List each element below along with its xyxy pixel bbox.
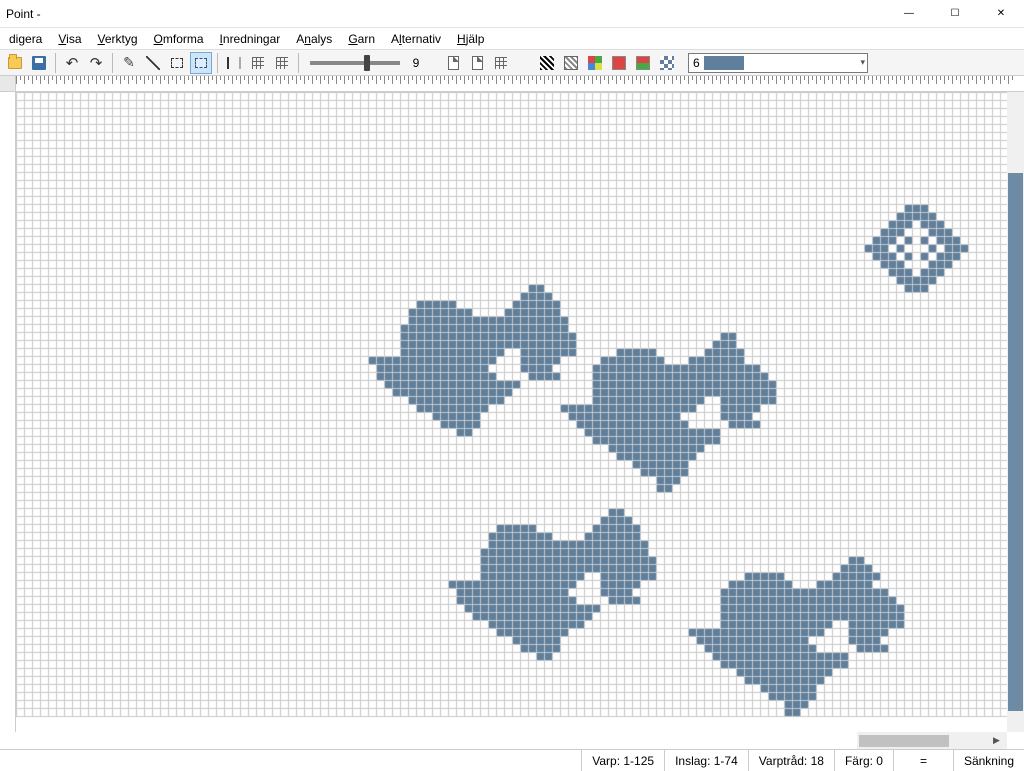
palette-icon — [588, 56, 602, 70]
flip-tool[interactable] — [223, 52, 245, 74]
grid-icon — [252, 57, 264, 69]
grid-icon — [276, 57, 288, 69]
color-1-button[interactable] — [608, 52, 630, 74]
pattern-2-button[interactable] — [560, 52, 582, 74]
color-selector[interactable]: 6 ▾ — [688, 53, 868, 73]
menu-transform[interactable]: Omforma — [147, 30, 211, 48]
menu-options[interactable]: Alternativ — [384, 30, 448, 48]
canvas[interactable] — [16, 92, 1007, 732]
separator — [217, 53, 218, 73]
menu-tools[interactable]: Verktyg — [91, 30, 145, 48]
undo-icon — [66, 54, 79, 72]
menu-yarn[interactable]: Garn — [341, 30, 382, 48]
pencil-icon — [123, 54, 135, 71]
title-bar: Point - — ☐ ✕ — [0, 0, 1024, 28]
line-tool[interactable] — [142, 52, 164, 74]
hatch-icon — [564, 56, 578, 70]
checker-icon — [660, 56, 674, 70]
swatch-icon — [612, 56, 626, 70]
color-2-button[interactable] — [632, 52, 654, 74]
menu-view[interactable]: Visa — [51, 30, 88, 48]
zoom-value: 9 — [408, 56, 424, 70]
menu-bar: digera Visa Verktyg Omforma Inredningar … — [0, 28, 1024, 50]
window-controls: — ☐ ✕ — [886, 0, 1024, 27]
vertical-scrollbar[interactable] — [1007, 92, 1024, 732]
page-icon — [472, 56, 483, 70]
horizontal-scroll-row: ▶ — [0, 732, 1024, 749]
grid-view-button[interactable] — [490, 52, 512, 74]
status-eq: = — [893, 750, 953, 771]
horizontal-scrollbar[interactable]: ▶ — [857, 732, 1007, 749]
menu-furnish[interactable]: Inredningar — [213, 30, 288, 48]
status-sankning: Sänkning — [953, 750, 1024, 771]
redo-icon — [90, 54, 103, 72]
palette-button[interactable] — [584, 52, 606, 74]
menu-help[interactable]: Hjälp — [450, 30, 491, 48]
vertical-ruler — [0, 92, 16, 732]
horizontal-ruler — [16, 76, 1024, 92]
separator — [112, 53, 113, 73]
redo-button[interactable] — [85, 52, 107, 74]
flip-icon — [227, 57, 241, 69]
open-button[interactable] — [4, 52, 26, 74]
rect-icon — [171, 58, 183, 68]
page-2-button[interactable] — [466, 52, 488, 74]
maximize-button[interactable]: ☐ — [932, 0, 978, 27]
grid-toggle-1[interactable] — [247, 52, 269, 74]
page-icon — [448, 56, 459, 70]
grid-icon — [495, 57, 507, 69]
grid-toggle-2[interactable] — [271, 52, 293, 74]
rect-tool[interactable] — [166, 52, 188, 74]
scrollbar-thumb[interactable] — [1008, 173, 1023, 711]
ruler-corner — [0, 76, 16, 92]
page-1-button[interactable] — [442, 52, 464, 74]
status-farg: Färg: 0 — [834, 750, 893, 771]
toolbar: 9 6 ▾ — [0, 50, 1024, 76]
status-bar: Varp: 1-125 Inslag: 1-74 Varptråd: 18 Fä… — [0, 749, 1024, 771]
status-inslag: Inslag: 1-74 — [664, 750, 748, 771]
pattern-1-button[interactable] — [536, 52, 558, 74]
chevron-down-icon: ▾ — [860, 57, 865, 68]
current-color-swatch — [704, 56, 744, 70]
line-icon — [146, 56, 160, 70]
save-icon — [32, 56, 46, 70]
menu-analysis[interactable]: Analys — [289, 30, 339, 48]
separator — [298, 53, 299, 73]
status-varp: Varp: 1-125 — [581, 750, 664, 771]
status-varptrad: Varptråd: 18 — [748, 750, 834, 771]
close-button[interactable]: ✕ — [978, 0, 1024, 27]
checker-button[interactable] — [656, 52, 678, 74]
save-button[interactable] — [28, 52, 50, 74]
zoom-slider[interactable] — [310, 61, 400, 65]
minimize-button[interactable]: — — [886, 0, 932, 27]
folder-icon — [8, 57, 22, 69]
undo-button[interactable] — [61, 52, 83, 74]
ruler-row — [0, 76, 1024, 92]
color-number: 6 — [693, 56, 700, 70]
window-title: Point - — [6, 7, 41, 21]
hatch-icon — [540, 56, 554, 70]
select-icon — [195, 58, 207, 68]
select-tool[interactable] — [190, 52, 212, 74]
menu-edit[interactable]: digera — [2, 30, 49, 48]
scroll-right-arrow[interactable]: ▶ — [988, 735, 1005, 746]
separator — [55, 53, 56, 73]
swatch-icon — [636, 56, 650, 70]
pencil-tool[interactable] — [118, 52, 140, 74]
